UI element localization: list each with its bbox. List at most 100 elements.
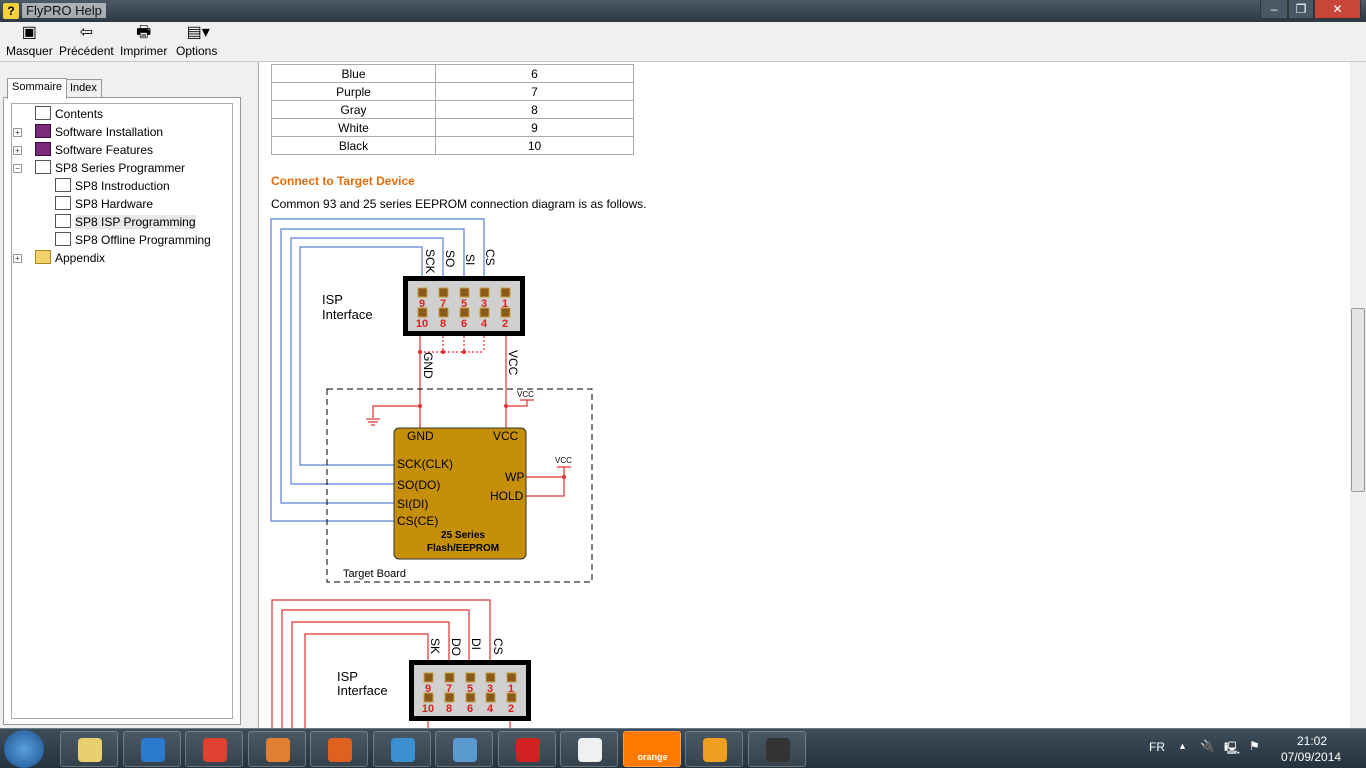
taskbar-orange[interactable]: orange bbox=[622, 731, 681, 767]
cell: 8 bbox=[435, 100, 634, 119]
cell: Black bbox=[271, 136, 436, 155]
table-row: Gray 8 bbox=[271, 100, 634, 119]
hide-pane-icon: ▣ bbox=[21, 24, 37, 41]
minimize-button[interactable]: – bbox=[1260, 0, 1288, 19]
network-icon[interactable]: 🖳 bbox=[1224, 739, 1240, 760]
printer-icon: 🖶 bbox=[136, 24, 152, 41]
vertical-scrollbar[interactable] bbox=[1350, 62, 1366, 728]
clock-time[interactable]: 21:02 bbox=[1297, 734, 1327, 748]
open-book-icon bbox=[35, 106, 51, 120]
tree-label: Software Installation bbox=[55, 125, 164, 139]
tab-index[interactable]: Index bbox=[65, 79, 102, 98]
color-table: Blue 6 Purple 7 Gray 8 White 9 Black 10 bbox=[271, 64, 634, 155]
tree-label: SP8 Hardware bbox=[75, 197, 154, 211]
collapse-icon[interactable]: − bbox=[13, 164, 22, 173]
tree-item-sp8-offline[interactable]: SP8 Offline Programming bbox=[55, 231, 211, 249]
tree-label: SP8 Offline Programming bbox=[75, 233, 211, 247]
taskbar-ccleaner[interactable] bbox=[372, 731, 431, 767]
hide-label: Masquer bbox=[6, 44, 53, 58]
acrobat-icon bbox=[515, 738, 540, 762]
show-hidden-icons[interactable]: ▲ bbox=[1178, 741, 1187, 751]
expand-icon[interactable]: + bbox=[13, 254, 22, 263]
taskbar-internet-explorer[interactable] bbox=[122, 731, 181, 767]
contents-tree: Contents + Software Installation + Softwar… bbox=[11, 103, 233, 719]
options-icon: ▤▾ bbox=[186, 24, 210, 41]
tree-item-sp8-series[interactable]: − SP8 Series Programmer bbox=[13, 159, 186, 177]
taskbar-nero[interactable] bbox=[685, 731, 743, 767]
tree-label: Software Features bbox=[55, 143, 154, 157]
tree-item-software-installation[interactable]: + Software Installation bbox=[13, 123, 164, 141]
action-center-icon[interactable]: ⚑ bbox=[1249, 739, 1260, 753]
cell: 10 bbox=[435, 136, 634, 155]
tree-label: SP8 Series Programmer bbox=[55, 161, 186, 175]
taskbar-chip-programmer[interactable] bbox=[747, 731, 806, 767]
cell: 6 bbox=[435, 64, 634, 83]
maximize-button[interactable]: ❐ bbox=[1288, 0, 1314, 19]
expand-icon[interactable]: + bbox=[13, 128, 22, 137]
scroll-thumb[interactable] bbox=[1351, 308, 1365, 492]
tree-item-contents[interactable]: Contents bbox=[35, 105, 103, 123]
table-row: Black 10 bbox=[271, 136, 634, 155]
cell: White bbox=[271, 118, 436, 137]
tree-item-sp8-introduction[interactable]: SP8 Instroduction bbox=[55, 177, 170, 195]
tree-label: Appendix bbox=[55, 251, 106, 265]
section-title: Connect to Target Device bbox=[271, 174, 415, 188]
chrome-icon bbox=[203, 738, 227, 762]
table-row: Purple 7 bbox=[271, 82, 634, 101]
tree-label: SP8 Instroduction bbox=[75, 179, 170, 193]
tab-contents[interactable]: Sommaire bbox=[7, 78, 68, 99]
language-indicator[interactable]: FR bbox=[1149, 740, 1165, 754]
clock-date[interactable]: 07/09/2014 bbox=[1281, 750, 1341, 764]
expand-icon[interactable]: + bbox=[13, 146, 22, 155]
taskbar: orange FR ▲ 🔌 🖳 ⚑ 21:02 07/09/2014 bbox=[0, 728, 1366, 768]
page-icon bbox=[55, 214, 71, 228]
internet-explorer-icon bbox=[140, 738, 165, 762]
cell: Purple bbox=[271, 82, 436, 101]
page-icon bbox=[55, 196, 71, 210]
media-player-icon bbox=[265, 738, 290, 762]
book-icon bbox=[35, 124, 51, 138]
window-title: FlyPRO Help bbox=[22, 3, 106, 18]
tree-item-software-features[interactable]: + Software Features bbox=[13, 141, 154, 159]
taskbar-flypro-help[interactable] bbox=[560, 731, 618, 767]
page-icon bbox=[55, 232, 71, 246]
pane-splitter[interactable] bbox=[248, 62, 258, 728]
chip-programmer-icon bbox=[765, 738, 790, 762]
help-app-icon: ? bbox=[3, 3, 19, 19]
tree-item-appendix[interactable]: + Appendix bbox=[13, 249, 106, 267]
print-label: Imprimer bbox=[120, 44, 168, 58]
tree-panel: Contents + Software Installation + Softwar… bbox=[3, 97, 241, 725]
flypro-help-icon bbox=[578, 738, 602, 762]
title-bar: ? FlyPRO Help – ❐ ✕ bbox=[0, 0, 1366, 22]
section-text: Common 93 and 25 series EEPROM connectio… bbox=[271, 197, 647, 211]
explorer-icon bbox=[78, 738, 102, 762]
hide-button[interactable]: ▣ Masquer bbox=[6, 24, 53, 58]
taskbar-control-panel[interactable] bbox=[435, 731, 493, 767]
orange-label: orange bbox=[637, 752, 668, 762]
control-panel-icon bbox=[453, 738, 477, 762]
taskbar-media-player[interactable] bbox=[247, 731, 306, 767]
cell: Gray bbox=[271, 100, 436, 119]
nero-icon bbox=[703, 738, 727, 762]
options-label: Options bbox=[176, 44, 218, 58]
options-button[interactable]: ▤▾ Options bbox=[176, 24, 217, 58]
tree-item-sp8-isp-programming[interactable]: SP8 ISP Programming bbox=[55, 213, 196, 231]
taskbar-explorer[interactable] bbox=[60, 731, 118, 767]
back-button[interactable]: ⇦ Précédent bbox=[59, 24, 114, 58]
tree-item-sp8-hardware[interactable]: SP8 Hardware bbox=[55, 195, 153, 213]
open-book-icon bbox=[35, 160, 51, 174]
taskbar-chrome[interactable] bbox=[185, 731, 243, 767]
print-button[interactable]: 🖶 Imprimer bbox=[120, 24, 167, 58]
book-icon bbox=[35, 142, 51, 156]
cell: 7 bbox=[435, 82, 634, 101]
navigation-pane: Sommaire Index Contents + Software Instal… bbox=[0, 62, 248, 728]
close-button[interactable]: ✕ bbox=[1314, 0, 1361, 19]
taskbar-acrobat[interactable] bbox=[497, 731, 556, 767]
cell: 9 bbox=[435, 118, 634, 137]
back-arrow-icon: ⇦ bbox=[79, 24, 94, 41]
start-button[interactable] bbox=[4, 730, 44, 768]
table-row: White 9 bbox=[271, 118, 634, 137]
toolbar: ▣ Masquer ⇦ Précédent 🖶 Imprimer ▤▾ Options bbox=[0, 22, 1366, 62]
taskbar-firefox[interactable] bbox=[310, 731, 368, 767]
power-icon[interactable]: 🔌 bbox=[1200, 739, 1215, 753]
